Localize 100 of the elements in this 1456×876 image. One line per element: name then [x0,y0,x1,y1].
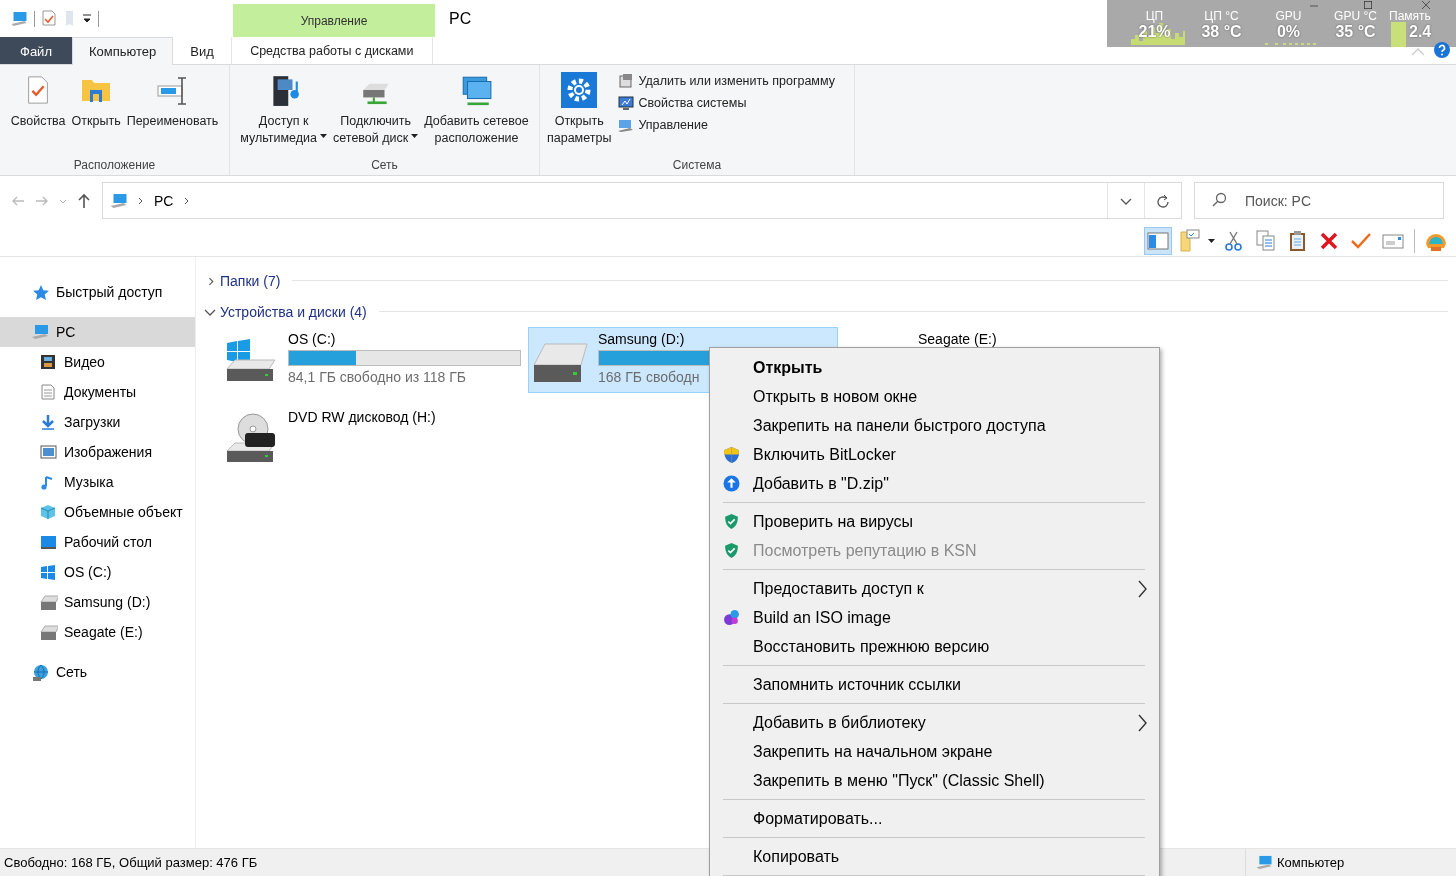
ribbon-button[interactable]: Подключить сетевой диск [330,71,422,149]
film-icon [40,353,58,371]
program-icon [618,73,635,89]
properties-icon[interactable] [41,10,57,27]
meter-value: 35 °C [1335,23,1376,41]
refresh-icon[interactable] [1156,193,1170,208]
menu-item[interactable]: Запомнить источник ссылки [712,670,1157,699]
group-header[interactable]: Устройства и диски (4) [220,303,367,320]
customize-icon[interactable] [82,14,92,23]
meter-label: Память [1389,9,1431,23]
sidebar-item[interactable]: OS (C:) [0,557,195,587]
caret-icon[interactable] [1208,238,1215,243]
chevron-icon [137,196,144,205]
meter-value: 2.4 [1409,23,1432,41]
system-monitor-icon [618,95,635,111]
drive-icon [533,343,588,383]
star-icon [32,283,50,301]
ribbon-tab[interactable]: Компьютер [71,37,174,65]
menu-item[interactable]: Добавить в библиотеку [712,708,1157,737]
caret-icon [320,133,328,138]
maximize-icon[interactable] [1364,1,1372,9]
group-header[interactable]: Папки (7) [220,272,281,289]
ribbon-button[interactable]: Добавить сетевое расположение [421,71,532,149]
cut-icon [1223,230,1243,251]
chevron-icon [183,196,191,205]
gpu-sparkline [1265,43,1317,45]
computer-icon [1256,855,1273,870]
caret-icon [411,133,419,138]
ribbon-button[interactable]: Свойства системы [616,93,837,113]
ribbon-button[interactable]: Доступ к мультимедиа [237,71,331,149]
menu-item[interactable]: Предоставить доступ к [712,574,1157,603]
ribbon-button[interactable]: Управление [616,115,837,135]
drive-name: Samsung (D:) [598,331,686,347]
menu-item[interactable]: Build an ISO image [712,603,1157,632]
menu-item[interactable]: Закрепить на панели быстрого доступа [712,411,1157,440]
document-icon [40,383,58,401]
ribbon-tab[interactable]: Средства работы с дисками [230,37,433,64]
sidebar-item[interactable]: Рабочий стол [0,527,195,557]
search-field[interactable]: Поиск: PC [1194,182,1444,219]
drive-tile[interactable]: OS (C:) 84,1 ГБ свободно из 118 ГБ [218,327,528,393]
sidebar-item[interactable]: Документы [0,377,195,407]
memory-bar [1391,22,1406,47]
up-icon[interactable] [76,191,92,210]
meter-label: GPU [1275,9,1302,23]
help-icon[interactable] [1434,42,1450,58]
computer-icon [32,323,50,341]
meter-label: ЦП °C [1204,9,1239,23]
shield-check-icon [723,513,740,530]
drive-name: DVD RW дисковод (H:) [288,409,436,425]
window-title: PC [448,9,472,29]
close-icon[interactable] [1422,1,1430,9]
sidebar-item[interactable]: Сеть [0,657,195,687]
sidebar-item[interactable]: Видео [0,347,195,377]
meter-label: GPU °C [1334,9,1377,23]
menu-item[interactable]: Закрепить в меню "Пуск" (Classic Shell) [712,766,1157,795]
computer-icon [618,117,635,133]
ribbon-button[interactable]: Свойства [7,71,69,132]
address-bar[interactable]: PC [102,182,1182,219]
group-label: Расположение [72,158,157,172]
cube-icon [40,503,58,521]
sidebar-item[interactable]: Изображения [0,437,195,467]
drive-tile[interactable]: DVD RW дисковод (H:) [218,405,528,471]
network-icon [32,663,50,681]
menu-item[interactable]: Добавить в "D.zip" [712,469,1157,498]
status-text: Свободно: 168 ГБ, Общий размер: 476 ГБ [4,855,258,870]
menu-item[interactable]: Проверить на вирусы [712,507,1157,536]
drive-icon [40,623,58,641]
sidebar-item[interactable]: PC [0,317,195,347]
menu-item[interactable]: Восстановить прежнюю версию [712,632,1157,661]
menu-item[interactable]: Форматировать... [712,804,1157,833]
menu-item[interactable]: Копировать [712,842,1157,871]
drive-icon [40,593,58,611]
rename-field-icon [156,74,189,106]
ribbon-tab[interactable]: Файл [0,37,72,64]
picture-icon [40,443,58,461]
group-label: Система [671,158,723,172]
delete-icon [1320,231,1338,250]
sidebar-item[interactable]: Быстрый доступ [0,277,195,307]
toolbar-button[interactable] [1144,226,1172,255]
sidebar-item[interactable]: Музыка [0,467,195,497]
ribbon-button[interactable]: Переименовать [123,71,222,132]
group-label: Сеть [370,158,399,172]
checkmark-icon [1351,232,1371,249]
menu-item[interactable]: Включить BitLocker [712,440,1157,469]
sidebar-item[interactable]: Объемные объект [0,497,195,527]
contextual-tab-header: Управление [233,4,435,37]
sidebar-item[interactable]: Загрузки [0,407,195,437]
free-space-text: 84,1 ГБ свободно из 118 ГБ [288,369,468,385]
desktop-icon [40,533,58,551]
settings-icon [559,70,600,110]
ribbon-button[interactable]: Открыть [68,71,124,132]
menu-item[interactable]: Закрепить на начальном экране [712,737,1157,766]
sidebar-item[interactable]: Seagate (E:) [0,617,195,647]
free-space-text: 168 ГБ свободн [598,369,701,385]
envelope-icon [1382,231,1404,250]
drive-name: Seagate (E:) [918,331,997,347]
sidebar-item[interactable]: Samsung (D:) [0,587,195,617]
ribbon-button[interactable]: Удалить или изменить программу [616,71,837,91]
ribbon-button[interactable]: Открыть параметры [544,71,615,149]
copy-icon [1255,230,1275,251]
